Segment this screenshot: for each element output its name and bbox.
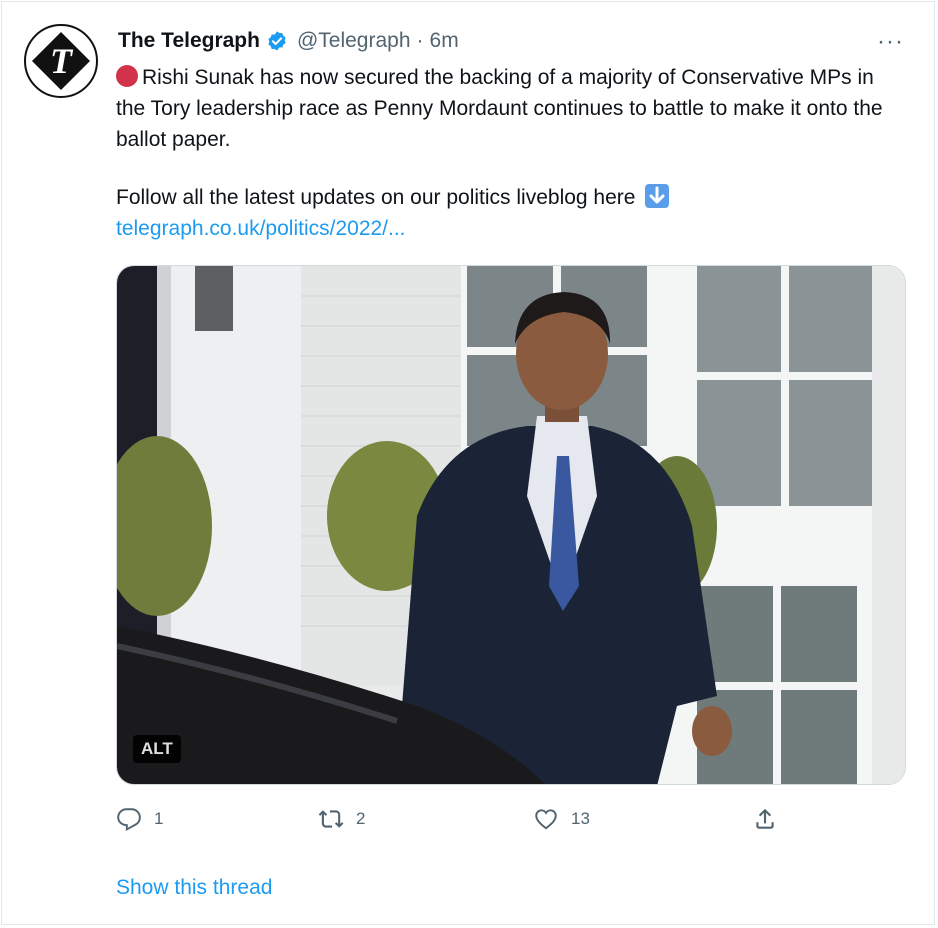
reply-icon [117, 808, 141, 832]
tweet-timestamp[interactable]: 6m [430, 29, 459, 53]
retweet-icon [318, 810, 344, 828]
heart-icon [535, 809, 557, 830]
telegraph-logo-icon[interactable]: T [24, 24, 98, 98]
alt-text-badge[interactable]: ALT [133, 735, 181, 763]
tweet-text-paragraph-2: Follow all the latest updates on our pol… [116, 186, 636, 209]
verified-badge-icon [268, 31, 286, 51]
tweet-text: Rishi Sunak has now secured the backing … [116, 62, 906, 155]
article-link[interactable]: telegraph.co.uk/politics/2022/... [116, 217, 406, 240]
tweet-photo[interactable] [116, 265, 906, 785]
tweet-actions-bar: 1 2 13 [116, 806, 906, 840]
header-separator: · [416, 29, 424, 52]
like-count: 13 [571, 809, 590, 828]
author-name[interactable]: The Telegraph [118, 29, 260, 53]
more-options-icon[interactable]: ··· [877, 28, 904, 56]
reply-button[interactable]: 1 [116, 806, 163, 832]
down-arrow-emoji-icon [645, 184, 670, 208]
tweet-text-paragraph-2-block: Follow all the latest updates on our pol… [116, 182, 906, 244]
like-button[interactable]: 13 [533, 806, 590, 832]
retweet-button[interactable]: 2 [318, 806, 365, 832]
reply-count: 1 [154, 809, 164, 828]
retweet-count: 2 [356, 809, 366, 828]
share-button[interactable] [752, 806, 778, 832]
show-thread-link[interactable]: Show this thread [116, 876, 272, 900]
tweet-header: The Telegraph @Telegraph · 6m [118, 27, 459, 55]
share-icon [756, 808, 774, 829]
red-circle-emoji-icon [116, 65, 138, 87]
svg-text:T: T [50, 41, 74, 81]
author-handle[interactable]: @Telegraph [297, 29, 411, 53]
tweet-text-paragraph-1: Rishi Sunak has now secured the backing … [116, 66, 883, 151]
